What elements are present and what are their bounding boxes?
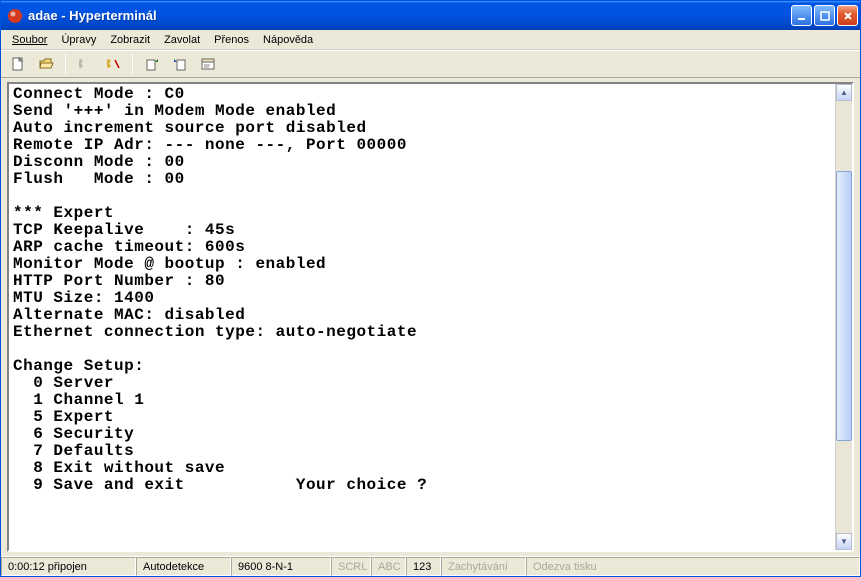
toolbar	[1, 50, 860, 78]
menu-call[interactable]: Zavolat	[157, 32, 207, 48]
phone-disconnect-icon[interactable]	[102, 53, 124, 75]
receive-file-icon[interactable]	[169, 53, 191, 75]
scroll-down-icon[interactable]: ▼	[836, 533, 852, 550]
titlebar[interactable]: adae - Hyperterminál	[1, 1, 860, 30]
status-abc: ABC	[371, 557, 406, 576]
status-num: 123	[406, 557, 441, 576]
new-file-icon[interactable]	[7, 53, 29, 75]
toolbar-separator	[65, 54, 66, 74]
terminal-output[interactable]: Connect Mode : C0 Send '+++' in Modem Mo…	[9, 84, 835, 550]
statusbar: 0:00:12 připojen Autodetekce 9600 8-N-1 …	[1, 556, 860, 576]
scroll-thumb[interactable]	[836, 171, 852, 441]
terminal-frame: Connect Mode : C0 Send '+++' in Modem Mo…	[7, 82, 854, 552]
menu-view[interactable]: Zobrazit	[103, 32, 157, 48]
status-capture: Zachytávání	[441, 557, 526, 576]
open-folder-icon[interactable]	[35, 53, 57, 75]
toolbar-separator	[132, 54, 133, 74]
maximize-button[interactable]	[814, 5, 835, 26]
properties-icon[interactable]	[197, 53, 219, 75]
menubar: Soubor Úpravy Zobrazit Zavolat Přenos Ná…	[1, 30, 860, 50]
status-print-echo: Odezva tisku	[526, 557, 860, 576]
close-button[interactable]	[837, 5, 858, 26]
window-title: adae - Hyperterminál	[28, 8, 791, 23]
client-area: Connect Mode : C0 Send '+++' in Modem Mo…	[1, 78, 860, 556]
send-file-icon[interactable]	[141, 53, 163, 75]
menu-file[interactable]: Soubor	[5, 32, 54, 48]
app-icon	[7, 8, 23, 24]
status-connection-time: 0:00:12 připojen	[1, 557, 136, 576]
window-controls	[791, 5, 858, 26]
phone-connect-icon[interactable]	[74, 53, 96, 75]
menu-transfer[interactable]: Přenos	[207, 32, 256, 48]
vertical-scrollbar[interactable]: ▲ ▼	[835, 84, 852, 550]
status-port-settings: 9600 8-N-1	[231, 557, 331, 576]
app-window: adae - Hyperterminál Soubor Úpravy Zobra…	[0, 0, 861, 577]
scroll-track[interactable]	[836, 101, 852, 533]
menu-help[interactable]: Nápověda	[256, 32, 320, 48]
status-autodetect: Autodetekce	[136, 557, 231, 576]
minimize-button[interactable]	[791, 5, 812, 26]
menu-edit[interactable]: Úpravy	[54, 32, 103, 48]
status-scrl: SCRL	[331, 557, 371, 576]
scroll-up-icon[interactable]: ▲	[836, 84, 852, 101]
